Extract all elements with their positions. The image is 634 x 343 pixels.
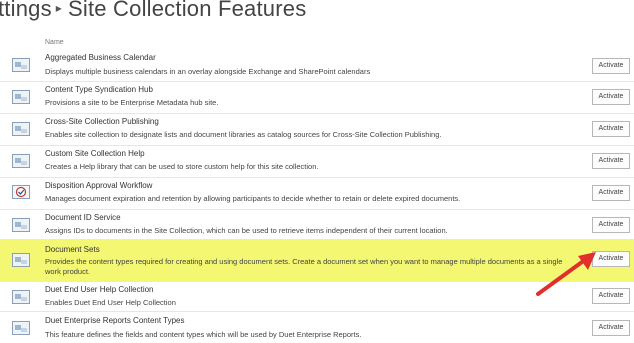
feature-row-disposition-approval-workflow: Disposition Approval Workflow Manages do… bbox=[0, 178, 634, 210]
feature-name: Cross-Site Collection Publishing bbox=[45, 117, 159, 126]
feature-row-document-id-service: Document ID Service Assigns IDs to docum… bbox=[0, 210, 634, 240]
feature-name: Custom Site Collection Help bbox=[45, 149, 145, 158]
feature-description: Displays multiple business calendars in … bbox=[45, 67, 371, 76]
activate-button[interactable]: Activate bbox=[592, 217, 630, 233]
feature-name: Duet Enterprise Reports Content Types bbox=[45, 316, 185, 325]
feature-name: Aggregated Business Calendar bbox=[45, 53, 156, 62]
feature-icon bbox=[12, 253, 30, 267]
feature-description: Provides the content types required for … bbox=[45, 257, 563, 276]
feature-description: Enables Duet End User Help Collection bbox=[45, 298, 176, 307]
activate-button[interactable]: Activate bbox=[592, 89, 630, 105]
feature-name: Disposition Approval Workflow bbox=[45, 181, 153, 190]
breadcrumb-parent[interactable]: ttings bbox=[0, 0, 52, 21]
feature-row-content-type-syndication-hub: Content Type Syndication Hub Provisions … bbox=[0, 82, 634, 114]
feature-icon bbox=[12, 218, 30, 232]
breadcrumb-separator-icon: ▸ bbox=[55, 1, 63, 16]
feature-name: Duet End User Help Collection bbox=[45, 285, 154, 294]
feature-name: Document ID Service bbox=[45, 213, 121, 222]
feature-row-cross-site-collection-publishing: Cross-Site Collection Publishing Enables… bbox=[0, 114, 634, 146]
feature-description: This feature defines the fields and cont… bbox=[45, 330, 362, 339]
feature-description: Creates a Help library that can be used … bbox=[45, 162, 319, 171]
feature-description: Assigns IDs to documents in the Site Col… bbox=[45, 226, 448, 235]
activate-button[interactable]: Activate bbox=[592, 153, 630, 169]
annotation-arrow-icon bbox=[536, 252, 596, 296]
feature-icon bbox=[12, 154, 30, 168]
feature-icon bbox=[12, 122, 30, 136]
feature-name: Content Type Syndication Hub bbox=[45, 85, 153, 94]
breadcrumb-current: Site Collection Features bbox=[68, 0, 307, 21]
feature-row-custom-site-collection-help: Custom Site Collection Help Creates a He… bbox=[0, 146, 634, 178]
page-title: ttings ▸ Site Collection Features bbox=[0, 0, 306, 22]
feature-icon bbox=[12, 321, 30, 335]
workflow-icon bbox=[12, 185, 30, 199]
feature-icon bbox=[12, 58, 30, 72]
feature-icon bbox=[12, 90, 30, 104]
column-header-name[interactable]: Name bbox=[45, 39, 64, 46]
site-collection-features-page: ttings ▸ Site Collection Features Name Agg… bbox=[0, 0, 634, 343]
activate-button[interactable]: Activate bbox=[592, 320, 630, 336]
feature-name: Document Sets bbox=[45, 245, 100, 254]
feature-description: Enables site collection to designate lis… bbox=[45, 130, 442, 139]
activate-button[interactable]: Activate bbox=[592, 121, 630, 137]
feature-row-duet-enterprise-reports-content-types: Duet Enterprise Reports Content Types Th… bbox=[0, 312, 634, 343]
activate-button[interactable]: Activate bbox=[592, 185, 630, 201]
feature-row-aggregated-business-calendar: Aggregated Business Calendar Displays mu… bbox=[0, 50, 634, 82]
feature-description: Provisions a site to be Enterprise Metad… bbox=[45, 98, 219, 107]
activate-button[interactable]: Activate bbox=[592, 58, 630, 74]
feature-description: Manages document expiration and retentio… bbox=[45, 194, 461, 203]
feature-icon bbox=[12, 290, 30, 304]
